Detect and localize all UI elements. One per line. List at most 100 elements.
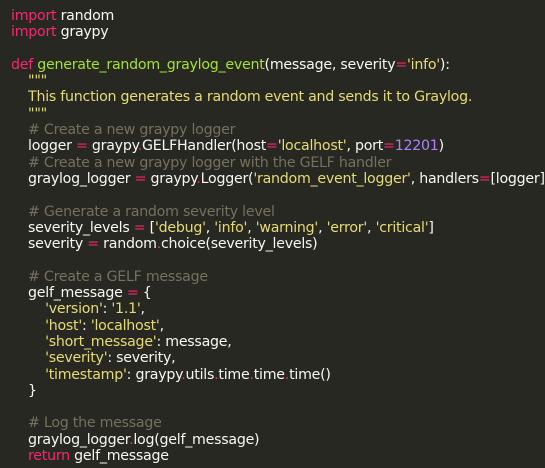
- code-line: # Create a GELF message: [11, 269, 545, 285]
- code-token: graypy: [56, 24, 109, 41]
- code-line: """: [11, 106, 545, 122]
- code-token: GELFHandler(host: [141, 138, 267, 155]
- code-token: , port: [346, 138, 384, 155]
- code-token: # Create a GELF message: [11, 268, 208, 285]
- code-token: 'timestamp': [11, 366, 127, 383]
- code-token: logger: [11, 138, 76, 155]
- code-token: : graypy: [126, 366, 182, 383]
- code-token: 'localhost': [277, 138, 347, 155]
- code-line: import graypy: [11, 24, 545, 40]
- code-line: logger = graypy.GELFHandler(host='localh…: [11, 138, 545, 154]
- code-token: random: [98, 236, 157, 253]
- code-token: 'version': [11, 301, 103, 318]
- code-line: # Generate a random severity level: [11, 204, 545, 220]
- code-line: # Create a new graypy logger with the GE…: [11, 155, 545, 171]
- code-line: }: [11, 383, 545, 399]
- code-token: , handlers: [410, 170, 479, 187]
- code-token: # Generate a random severity level: [11, 203, 275, 220]
- code-token: [logger]): [490, 170, 545, 187]
- code-token: This function generates a random event a…: [11, 89, 473, 106]
- code-line: 'host': 'localhost',: [11, 318, 545, 334]
- code-line: 'timestamp': graypy.utils.time.time.time…: [11, 367, 545, 383]
- code-token: 12201: [394, 138, 439, 155]
- code-token: '1.1': [111, 301, 141, 318]
- code-token: {: [138, 285, 152, 302]
- code-token: 'short_message': [11, 333, 157, 350]
- code-token: time: [253, 366, 285, 383]
- code-token: log(gelf_message): [133, 431, 260, 448]
- code-token: =: [126, 285, 139, 302]
- code-token: import: [11, 8, 57, 24]
- code-token: Logger(: [200, 170, 254, 187]
- code-token: ]: [428, 219, 434, 236]
- code-token: ,: [159, 317, 165, 334]
- code-token: choice(severity_levels): [160, 236, 318, 253]
- code-token: ):: [439, 56, 450, 73]
- code-token: 'host': [11, 317, 83, 334]
- code-token: ): [438, 138, 445, 155]
- code-token: def: [11, 56, 33, 73]
- code-token: severity_levels: [11, 219, 134, 236]
- code-token: """: [11, 105, 47, 122]
- code-token: =: [76, 138, 88, 155]
- code-line: import random: [11, 8, 545, 24]
- code-line: # Create a new graypy logger: [11, 122, 545, 138]
- code-token: =: [383, 138, 395, 155]
- code-line: def generate_random_graylog_event(messag…: [11, 57, 545, 73]
- code-token: 'debug': [154, 219, 206, 236]
- code-editor[interactable]: import random import graypy def generate_…: [0, 0, 545, 468]
- code-token: =: [478, 170, 491, 187]
- code-token: 'info': [214, 219, 248, 236]
- code-token: 'random_event_logger': [253, 170, 411, 187]
- code-token: import: [11, 24, 57, 41]
- code-token: # Create a new graypy logger with the GE…: [11, 154, 392, 171]
- code-token: 'localhost': [90, 317, 160, 334]
- code-token: }: [11, 382, 37, 399]
- code-token: return: [11, 448, 70, 465]
- code-line: graylog_logger.log(gelf_message): [11, 432, 545, 448]
- code-token: =: [87, 236, 99, 253]
- code-token: [: [145, 219, 156, 236]
- code-token: : severity,: [107, 350, 176, 367]
- code-block[interactable]: import random import graypy def generate_…: [11, 8, 545, 464]
- code-line: 'short_message': message,: [11, 334, 545, 350]
- code-line: """: [11, 73, 545, 89]
- code-token: random: [56, 8, 115, 24]
- code-token: gelf_message: [69, 448, 169, 465]
- code-token: =: [134, 170, 147, 187]
- code-token: severity: [11, 236, 88, 253]
- code-line: severity_levels = ['debug', 'info', 'war…: [11, 220, 545, 236]
- code-token: # Log the message: [11, 415, 162, 432]
- code-token: ,: [247, 219, 256, 236]
- code-line: 'severity': severity,: [11, 350, 545, 366]
- code-token: utils: [185, 366, 215, 383]
- code-token: graylog_logger: [11, 170, 135, 187]
- code-token: ,: [367, 219, 376, 236]
- code-token: # Create a new graypy logger: [11, 122, 236, 139]
- code-token: graypy: [87, 138, 138, 155]
- code-token: graylog_logger: [11, 431, 130, 448]
- code-token: 'severity': [11, 350, 108, 367]
- code-token: ,: [140, 301, 146, 318]
- code-token: (message, severity: [264, 56, 396, 73]
- code-token: =: [395, 56, 407, 73]
- code-token: 'info': [406, 56, 440, 73]
- code-line: This function generates a random event a…: [11, 89, 545, 105]
- code-token: time: [218, 366, 250, 383]
- code-token: : message,: [156, 333, 232, 350]
- code-token: ,: [318, 219, 327, 236]
- code-token: """: [11, 73, 47, 90]
- code-token: =: [266, 138, 278, 155]
- code-token: =: [133, 219, 146, 236]
- code-line: return gelf_message: [11, 448, 545, 464]
- code-token: gelf_message: [11, 285, 127, 302]
- code-line: graylog_logger = graypy.Logger('random_e…: [11, 171, 545, 187]
- code-token: 'warning': [255, 219, 319, 236]
- code-line: gelf_message = {: [11, 285, 545, 301]
- code-token: 'error': [326, 219, 368, 236]
- code-token: generate_random_graylog_event: [37, 56, 265, 73]
